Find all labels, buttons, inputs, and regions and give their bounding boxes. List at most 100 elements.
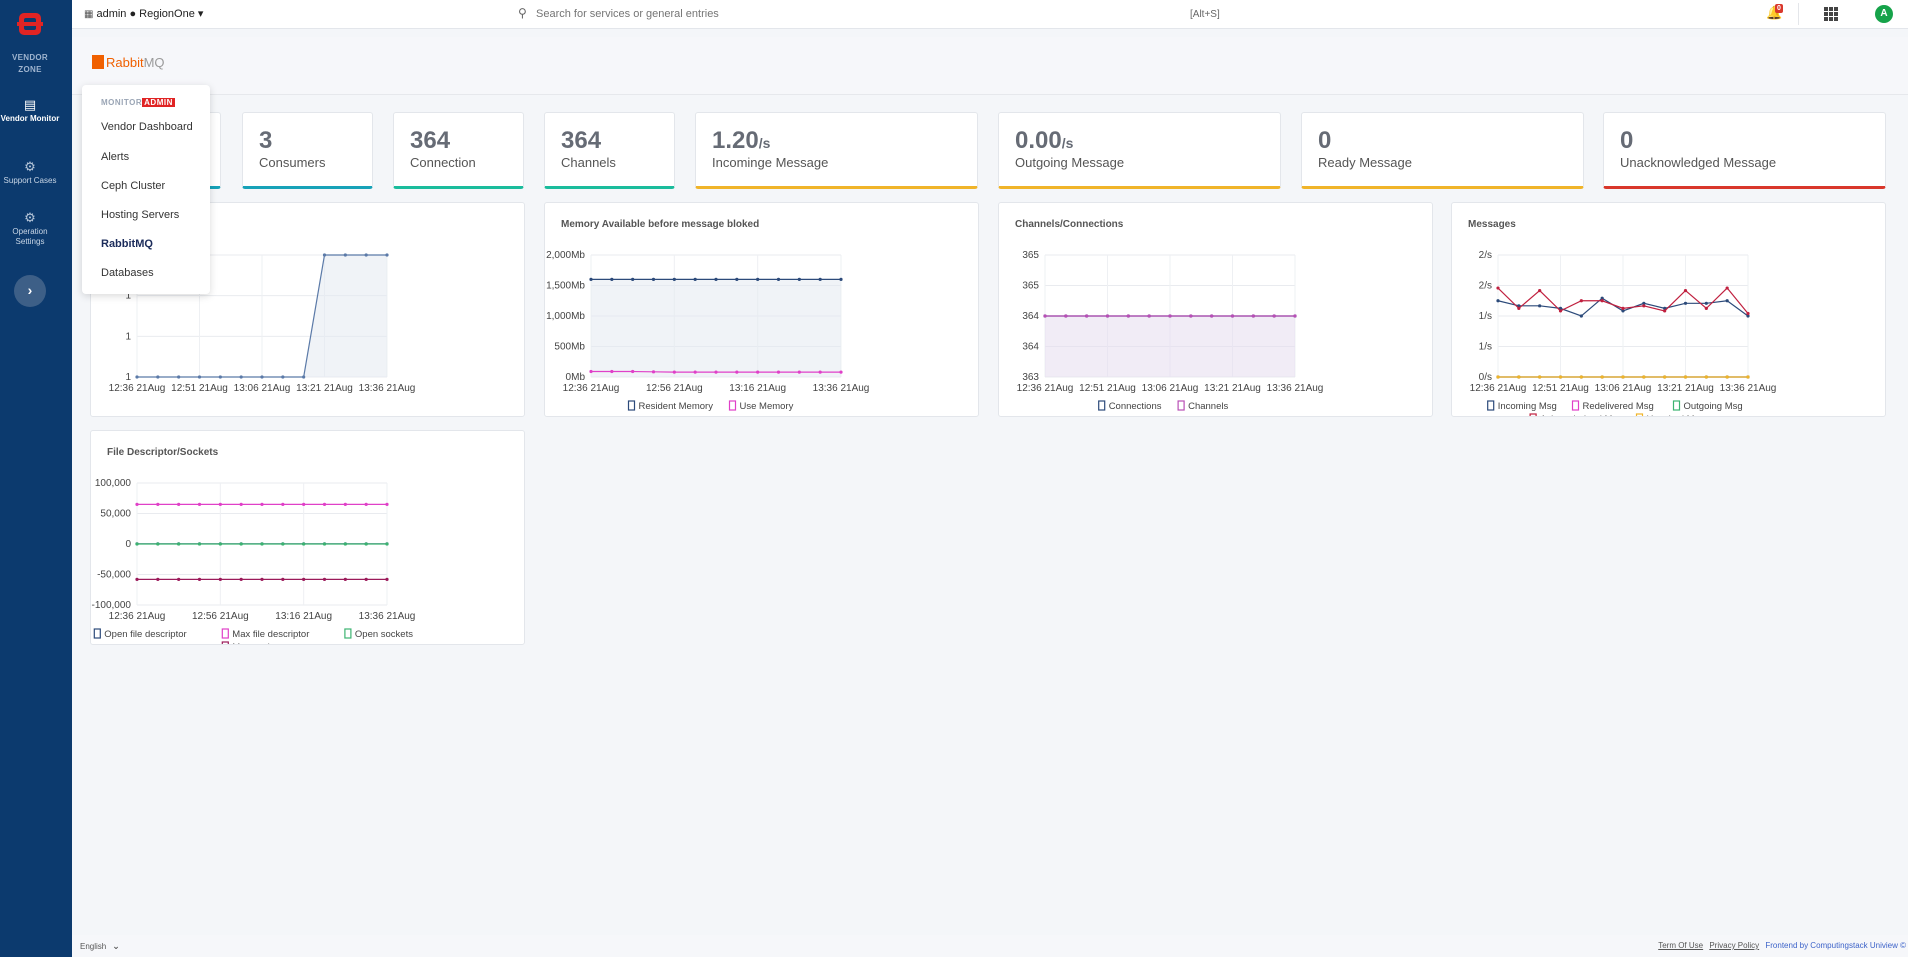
data-point bbox=[1704, 375, 1708, 379]
data-point bbox=[1642, 304, 1646, 308]
x-tick-label: 12:36 21Aug bbox=[109, 383, 166, 394]
data-point bbox=[756, 370, 760, 374]
data-point bbox=[135, 502, 139, 506]
chevron-down-icon: ⌄ bbox=[112, 941, 120, 951]
chart-title: Messages bbox=[1468, 219, 1516, 230]
search-bar[interactable]: ⚲ [Alt+S] bbox=[510, 2, 1230, 26]
chart-title: Channels/Connections bbox=[1015, 219, 1124, 230]
legend-swatch bbox=[221, 641, 229, 652]
series-area bbox=[1045, 316, 1295, 377]
x-tick-label: 12:56 21Aug bbox=[646, 383, 703, 394]
notifications-button[interactable]: 🔔 0 bbox=[1766, 4, 1783, 21]
data-point bbox=[135, 542, 139, 546]
sidebar-item-label: Vendor Monitor bbox=[0, 114, 60, 123]
stat-value: 364 bbox=[561, 127, 602, 154]
terms-link[interactable]: Term Of Use bbox=[1658, 941, 1703, 950]
stat-label: Incominge Message bbox=[712, 155, 829, 170]
user-avatar[interactable]: A bbox=[1875, 5, 1893, 23]
data-point bbox=[1579, 375, 1583, 379]
brand-link[interactable]: Frontend by Computingstack Uniview © bbox=[1765, 941, 1906, 950]
search-input[interactable] bbox=[536, 5, 1096, 23]
legend-label: Acknowledged Msg bbox=[1540, 414, 1622, 416]
data-point bbox=[156, 375, 160, 379]
data-point bbox=[322, 542, 327, 546]
data-point bbox=[260, 577, 264, 581]
data-point bbox=[197, 542, 202, 546]
footer: English ⌄ Term Of Use Privacy Policy Fron… bbox=[72, 935, 1908, 957]
y-tick-label: 0Mb bbox=[566, 372, 586, 383]
sidebar-expand-button[interactable]: › bbox=[14, 275, 46, 307]
y-tick-label: 364 bbox=[1022, 311, 1039, 322]
legend-label: Open file descriptor bbox=[104, 629, 186, 640]
data-point bbox=[177, 577, 181, 581]
sidebar-item-operation-settings[interactable]: ⚙ Operation Settings bbox=[0, 211, 60, 247]
menu-item-hosting-servers[interactable]: Hosting Servers bbox=[101, 209, 179, 221]
data-point bbox=[1725, 286, 1729, 290]
data-point bbox=[177, 502, 181, 506]
data-point bbox=[1621, 306, 1625, 310]
chart-panel-channels-connections: Channels/Connections 365 365 364 364 363 12:3… bbox=[998, 202, 1433, 417]
x-tick-label: 12:51 21Aug bbox=[1532, 383, 1589, 394]
data-point bbox=[218, 502, 222, 506]
file-descriptor-chart: 100,000 50,000 0 -50,000 -100,00012:36 21Aug… bbox=[92, 478, 416, 653]
legend-swatch bbox=[1529, 413, 1537, 424]
stat-label: Connection bbox=[410, 155, 476, 170]
stat-label: Unacknowledged Message bbox=[1620, 155, 1777, 170]
topbar: ▦admin ● RegionOne ▾ ⚲ [Alt+S] 🔔 0 A bbox=[72, 0, 1908, 29]
data-point bbox=[589, 369, 593, 374]
data-point bbox=[1725, 299, 1729, 303]
menu-item-vendor-dashboard[interactable]: Vendor Dashboard bbox=[101, 121, 193, 133]
stat-label: Outgoing Message bbox=[1015, 155, 1125, 170]
data-point bbox=[135, 577, 139, 581]
stat-card-outgoing-message: 0.00/s Outgoing Message bbox=[998, 112, 1281, 189]
stat-label: Consumers bbox=[259, 155, 326, 170]
data-point bbox=[343, 253, 347, 257]
y-tick-label: 2/s bbox=[1479, 281, 1492, 292]
data-point bbox=[322, 577, 327, 581]
bar-chart-icon: ▤ bbox=[23, 97, 37, 112]
data-point bbox=[1105, 314, 1110, 318]
app-logo-icon[interactable] bbox=[16, 10, 44, 38]
sidebar-item-support-cases[interactable]: ⚙ Support Cases bbox=[0, 160, 60, 186]
privacy-link[interactable]: Privacy Policy bbox=[1709, 941, 1759, 950]
stat-card-incoming-message: 1.20/s Incominge Message bbox=[695, 112, 978, 189]
data-point bbox=[343, 502, 347, 506]
data-point bbox=[239, 375, 243, 379]
data-point bbox=[1538, 375, 1542, 379]
data-point bbox=[693, 370, 697, 374]
data-point bbox=[302, 375, 306, 379]
data-point bbox=[281, 502, 285, 506]
menu-item-alerts[interactable]: Alerts bbox=[101, 151, 129, 163]
legend-label: Channels bbox=[1188, 401, 1228, 412]
region-selector[interactable]: ▦ admin ● RegionOne ▾ bbox=[84, 7, 203, 20]
menu-item-rabbitmq[interactable]: RabbitMQ bbox=[101, 238, 153, 250]
menu-item-databases[interactable]: Databases bbox=[101, 267, 154, 279]
sidebar-item-label: Support Cases bbox=[3, 176, 57, 185]
data-point bbox=[818, 277, 822, 281]
data-point bbox=[218, 577, 222, 581]
stat-card-channels: 364 Channels bbox=[544, 112, 675, 189]
gears-icon: ⚙ bbox=[24, 210, 36, 225]
language-selector[interactable]: English ⌄ bbox=[80, 941, 120, 952]
legend-label: Max sockets bbox=[232, 642, 285, 644]
y-tick-label: 100,000 bbox=[95, 478, 132, 489]
menu-item-ceph-cluster[interactable]: Ceph Cluster bbox=[101, 180, 165, 192]
page-header: RabbitMQ bbox=[72, 37, 1908, 95]
data-point bbox=[197, 502, 202, 506]
table-icon: ▦ bbox=[84, 9, 94, 20]
chart-title: File Descriptor/Sockets bbox=[107, 447, 219, 458]
y-tick-label: 0/s bbox=[1479, 372, 1492, 383]
sidebar-item-vendor-monitor[interactable]: ▤ Vendor Monitor bbox=[0, 98, 60, 124]
data-point bbox=[281, 542, 285, 546]
data-point bbox=[156, 577, 160, 581]
data-point bbox=[239, 577, 243, 581]
stat-card-connection: 364 Connection bbox=[393, 112, 524, 189]
x-tick-label: 13:36 21Aug bbox=[813, 383, 870, 394]
stat-value: 0 bbox=[1318, 127, 1332, 154]
rabbitmq-logo: RabbitMQ bbox=[92, 55, 165, 70]
apps-grid-icon[interactable] bbox=[1824, 7, 1838, 21]
monitor-dropdown-menu: MONITOR ADMIN Vendor Dashboard Alerts Cep… bbox=[82, 85, 210, 294]
y-tick-label: 500Mb bbox=[554, 342, 585, 353]
legend-swatch bbox=[1672, 400, 1681, 411]
data-point bbox=[1189, 314, 1193, 318]
